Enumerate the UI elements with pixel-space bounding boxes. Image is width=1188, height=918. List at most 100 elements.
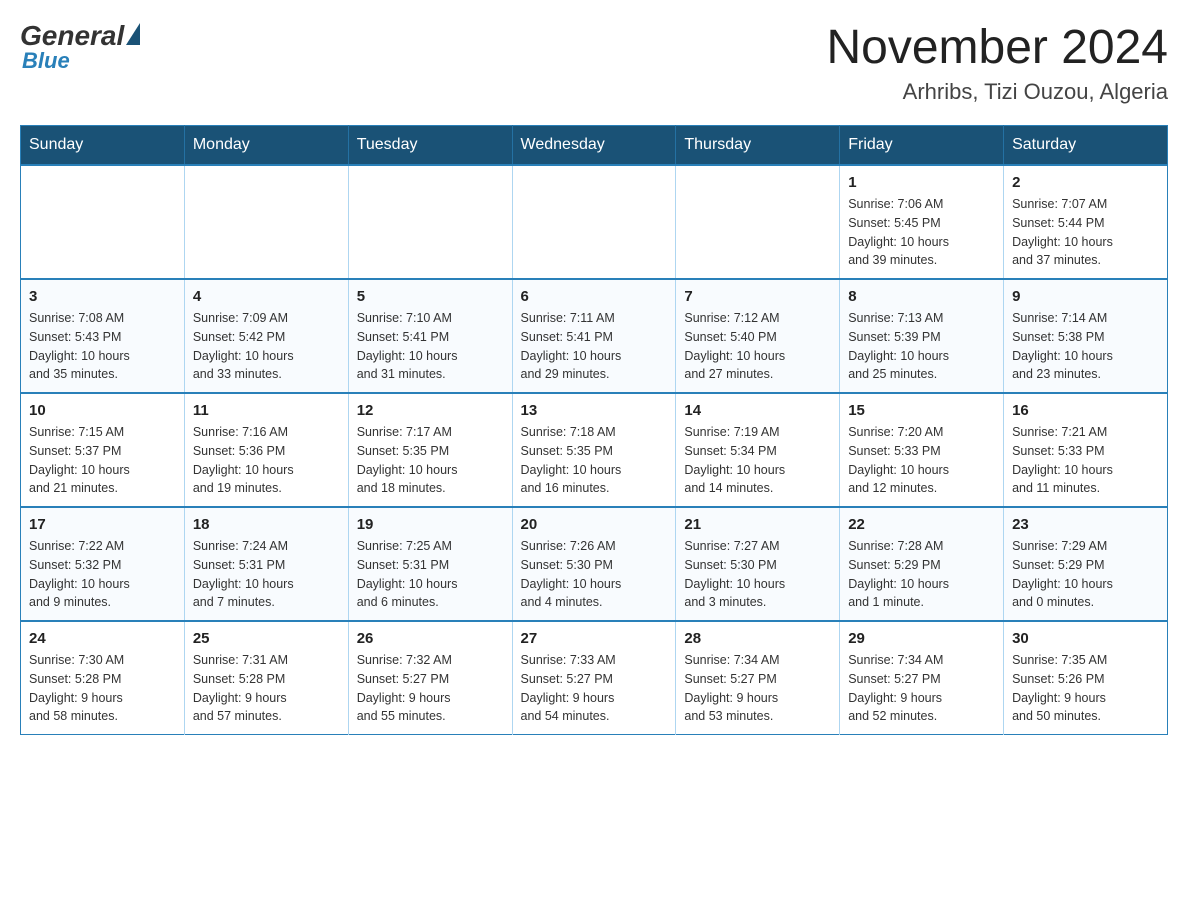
day-number: 29 <box>848 630 995 647</box>
day-info: Sunrise: 7:06 AM Sunset: 5:45 PM Dayligh… <box>848 195 995 270</box>
day-info: Sunrise: 7:30 AM Sunset: 5:28 PM Dayligh… <box>29 651 176 726</box>
header-saturday: Saturday <box>1004 126 1168 166</box>
day-info: Sunrise: 7:27 AM Sunset: 5:30 PM Dayligh… <box>684 537 831 612</box>
day-info: Sunrise: 7:22 AM Sunset: 5:32 PM Dayligh… <box>29 537 176 612</box>
calendar-cell-w1-d5 <box>676 165 840 279</box>
calendar-cell-w5-d1: 24 Sunrise: 7:30 AM Sunset: 5:28 PM Dayli… <box>21 621 185 735</box>
week-row-2: 3 Sunrise: 7:08 AM Sunset: 5:43 PM Daylig… <box>21 279 1168 393</box>
calendar-cell-w4-d5: 21 Sunrise: 7:27 AM Sunset: 5:30 PM Dayli… <box>676 507 840 621</box>
calendar-cell-w4-d7: 23 Sunrise: 7:29 AM Sunset: 5:29 PM Dayli… <box>1004 507 1168 621</box>
day-number: 26 <box>357 630 504 647</box>
calendar-cell-w1-d7: 2 Sunrise: 7:07 AM Sunset: 5:44 PM Daylig… <box>1004 165 1168 279</box>
calendar-cell-w2-d2: 4 Sunrise: 7:09 AM Sunset: 5:42 PM Daylig… <box>184 279 348 393</box>
day-number: 14 <box>684 402 831 419</box>
day-number: 3 <box>29 288 176 305</box>
calendar-cell-w4-d1: 17 Sunrise: 7:22 AM Sunset: 5:32 PM Dayli… <box>21 507 185 621</box>
calendar-cell-w1-d1 <box>21 165 185 279</box>
day-info: Sunrise: 7:09 AM Sunset: 5:42 PM Dayligh… <box>193 309 340 384</box>
day-info: Sunrise: 7:14 AM Sunset: 5:38 PM Dayligh… <box>1012 309 1159 384</box>
week-row-3: 10 Sunrise: 7:15 AM Sunset: 5:37 PM Dayli… <box>21 393 1168 507</box>
calendar-cell-w5-d5: 28Sunrise: 7:34 AM Sunset: 5:27 PM Dayli… <box>676 621 840 735</box>
calendar-cell-w4-d6: 22Sunrise: 7:28 AM Sunset: 5:29 PM Dayli… <box>840 507 1004 621</box>
day-info: Sunrise: 7:10 AM Sunset: 5:41 PM Dayligh… <box>357 309 504 384</box>
day-number: 19 <box>357 516 504 533</box>
day-number: 18 <box>193 516 340 533</box>
header-wednesday: Wednesday <box>512 126 676 166</box>
day-info: Sunrise: 7:31 AM Sunset: 5:28 PM Dayligh… <box>193 651 340 726</box>
day-info: Sunrise: 7:19 AM Sunset: 5:34 PM Dayligh… <box>684 423 831 498</box>
calendar-cell-w4-d2: 18 Sunrise: 7:24 AM Sunset: 5:31 PM Dayli… <box>184 507 348 621</box>
calendar-cell-w2-d5: 7Sunrise: 7:12 AM Sunset: 5:40 PM Daylig… <box>676 279 840 393</box>
day-info: Sunrise: 7:15 AM Sunset: 5:37 PM Dayligh… <box>29 423 176 498</box>
day-number: 7 <box>684 288 831 305</box>
calendar-cell-w5-d7: 30Sunrise: 7:35 AM Sunset: 5:26 PM Dayli… <box>1004 621 1168 735</box>
page-header: General Blue November 2024 Arhribs, Tizi… <box>20 20 1168 105</box>
day-number: 15 <box>848 402 995 419</box>
day-info: Sunrise: 7:17 AM Sunset: 5:35 PM Dayligh… <box>357 423 504 498</box>
day-info: Sunrise: 7:20 AM Sunset: 5:33 PM Dayligh… <box>848 423 995 498</box>
day-number: 10 <box>29 402 176 419</box>
day-number: 16 <box>1012 402 1159 419</box>
day-number: 4 <box>193 288 340 305</box>
calendar-cell-w2-d1: 3 Sunrise: 7:08 AM Sunset: 5:43 PM Daylig… <box>21 279 185 393</box>
day-number: 13 <box>521 402 668 419</box>
header-sunday: Sunday <box>21 126 185 166</box>
calendar-cell-w1-d6: 1 Sunrise: 7:06 AM Sunset: 5:45 PM Daylig… <box>840 165 1004 279</box>
calendar-cell-w2-d3: 5 Sunrise: 7:10 AM Sunset: 5:41 PM Daylig… <box>348 279 512 393</box>
day-number: 23 <box>1012 516 1159 533</box>
calendar-cell-w2-d6: 8 Sunrise: 7:13 AM Sunset: 5:39 PM Daylig… <box>840 279 1004 393</box>
day-info: Sunrise: 7:16 AM Sunset: 5:36 PM Dayligh… <box>193 423 340 498</box>
day-number: 1 <box>848 174 995 191</box>
calendar-cell-w2-d7: 9Sunrise: 7:14 AM Sunset: 5:38 PM Daylig… <box>1004 279 1168 393</box>
day-info: Sunrise: 7:29 AM Sunset: 5:29 PM Dayligh… <box>1012 537 1159 612</box>
days-of-week-row: Sunday Monday Tuesday Wednesday Thursday… <box>21 126 1168 166</box>
calendar-subtitle: Arhribs, Tizi Ouzou, Algeria <box>826 79 1168 105</box>
calendar-cell-w1-d4 <box>512 165 676 279</box>
day-info: Sunrise: 7:32 AM Sunset: 5:27 PM Dayligh… <box>357 651 504 726</box>
day-info: Sunrise: 7:11 AM Sunset: 5:41 PM Dayligh… <box>521 309 668 384</box>
day-number: 30 <box>1012 630 1159 647</box>
calendar-cell-w5-d2: 25 Sunrise: 7:31 AM Sunset: 5:28 PM Dayli… <box>184 621 348 735</box>
header-thursday: Thursday <box>676 126 840 166</box>
day-info: Sunrise: 7:18 AM Sunset: 5:35 PM Dayligh… <box>521 423 668 498</box>
day-number: 6 <box>521 288 668 305</box>
calendar-title: November 2024 <box>826 20 1168 75</box>
day-number: 27 <box>521 630 668 647</box>
day-number: 21 <box>684 516 831 533</box>
day-number: 5 <box>357 288 504 305</box>
calendar-cell-w2-d4: 6 Sunrise: 7:11 AM Sunset: 5:41 PM Daylig… <box>512 279 676 393</box>
calendar-cell-w3-d4: 13 Sunrise: 7:18 AM Sunset: 5:35 PM Dayli… <box>512 393 676 507</box>
day-info: Sunrise: 7:13 AM Sunset: 5:39 PM Dayligh… <box>848 309 995 384</box>
calendar-cell-w3-d2: 11 Sunrise: 7:16 AM Sunset: 5:36 PM Dayli… <box>184 393 348 507</box>
day-number: 8 <box>848 288 995 305</box>
day-number: 17 <box>29 516 176 533</box>
day-info: Sunrise: 7:25 AM Sunset: 5:31 PM Dayligh… <box>357 537 504 612</box>
day-number: 2 <box>1012 174 1159 191</box>
day-number: 24 <box>29 630 176 647</box>
calendar-body: 1 Sunrise: 7:06 AM Sunset: 5:45 PM Daylig… <box>21 165 1168 735</box>
calendar-cell-w4-d3: 19 Sunrise: 7:25 AM Sunset: 5:31 PM Dayli… <box>348 507 512 621</box>
calendar-cell-w5-d4: 27Sunrise: 7:33 AM Sunset: 5:27 PM Dayli… <box>512 621 676 735</box>
calendar-cell-w4-d4: 20Sunrise: 7:26 AM Sunset: 5:30 PM Dayli… <box>512 507 676 621</box>
header-monday: Monday <box>184 126 348 166</box>
week-row-4: 17 Sunrise: 7:22 AM Sunset: 5:32 PM Dayli… <box>21 507 1168 621</box>
calendar-table: Sunday Monday Tuesday Wednesday Thursday… <box>20 125 1168 735</box>
calendar-cell-w3-d1: 10 Sunrise: 7:15 AM Sunset: 5:37 PM Dayli… <box>21 393 185 507</box>
header-tuesday: Tuesday <box>348 126 512 166</box>
day-info: Sunrise: 7:07 AM Sunset: 5:44 PM Dayligh… <box>1012 195 1159 270</box>
day-info: Sunrise: 7:28 AM Sunset: 5:29 PM Dayligh… <box>848 537 995 612</box>
logo: General Blue <box>20 20 140 74</box>
day-number: 11 <box>193 402 340 419</box>
day-number: 12 <box>357 402 504 419</box>
day-info: Sunrise: 7:08 AM Sunset: 5:43 PM Dayligh… <box>29 309 176 384</box>
day-number: 25 <box>193 630 340 647</box>
calendar-cell-w3-d7: 16 Sunrise: 7:21 AM Sunset: 5:33 PM Dayli… <box>1004 393 1168 507</box>
day-number: 28 <box>684 630 831 647</box>
day-info: Sunrise: 7:21 AM Sunset: 5:33 PM Dayligh… <box>1012 423 1159 498</box>
calendar-cell-w3-d3: 12 Sunrise: 7:17 AM Sunset: 5:35 PM Dayli… <box>348 393 512 507</box>
title-section: November 2024 Arhribs, Tizi Ouzou, Alger… <box>826 20 1168 105</box>
calendar-cell-w1-d3 <box>348 165 512 279</box>
calendar-cell-w3-d6: 15 Sunrise: 7:20 AM Sunset: 5:33 PM Dayli… <box>840 393 1004 507</box>
header-friday: Friday <box>840 126 1004 166</box>
day-info: Sunrise: 7:24 AM Sunset: 5:31 PM Dayligh… <box>193 537 340 612</box>
